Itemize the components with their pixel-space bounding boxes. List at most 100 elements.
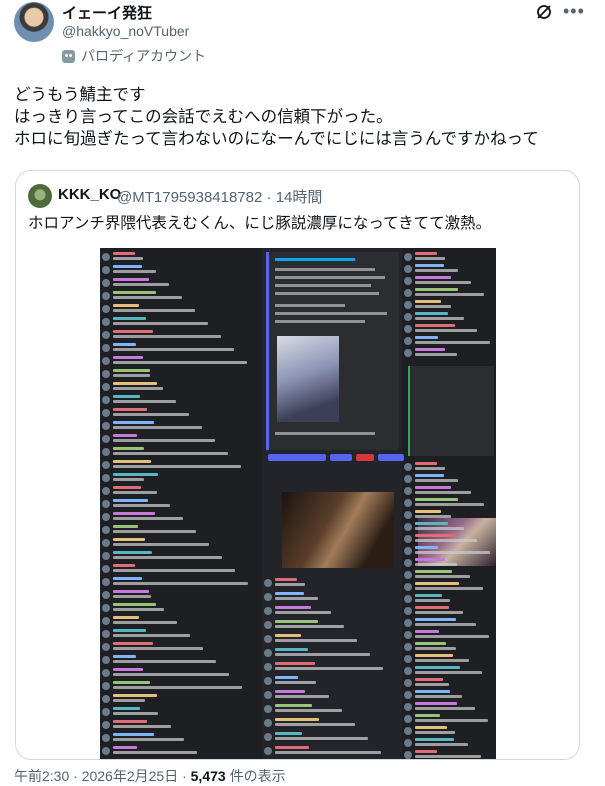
author-avatar[interactable]	[14, 2, 54, 42]
chat-avatar	[404, 643, 412, 651]
attached-screenshot[interactable]	[100, 248, 496, 759]
chat-username	[415, 252, 437, 255]
chat-avatar	[404, 679, 412, 687]
chat-text	[415, 563, 457, 566]
chat-message	[404, 324, 477, 333]
chat-text	[415, 707, 475, 710]
chat-text	[275, 583, 305, 586]
chat-avatar	[404, 655, 412, 663]
chat-username	[415, 486, 451, 489]
chat-message-body	[113, 278, 169, 286]
chat-username	[113, 668, 143, 671]
chat-avatar	[404, 631, 412, 639]
chat-text	[415, 719, 488, 722]
quote-meta: @MT1795938418782 · 14時間	[117, 186, 322, 207]
chat-message-body	[415, 462, 445, 470]
chat-text	[113, 439, 215, 442]
chat-text	[113, 725, 171, 728]
quote-time[interactable]: 14時間	[276, 189, 323, 206]
author-name[interactable]: イェーイ発狂	[62, 2, 152, 23]
chat-message	[404, 486, 471, 495]
chat-text	[275, 639, 357, 642]
chat-message-body	[415, 666, 482, 674]
chat-text	[113, 699, 145, 702]
chat-text	[275, 597, 318, 600]
chat-text	[415, 515, 451, 518]
chat-username	[415, 690, 450, 693]
chat-message	[404, 252, 445, 261]
chat-message-body	[113, 499, 170, 507]
slash-circle-icon[interactable]	[536, 4, 552, 20]
post-time[interactable]: 午前2:30 · 2026年2月25日 ·	[14, 768, 191, 784]
chat-message-body	[415, 618, 476, 626]
chat-avatar	[264, 593, 272, 601]
chat-message-body	[113, 317, 208, 325]
chat-username	[113, 694, 157, 697]
chat-username	[113, 720, 147, 723]
chat-avatar	[404, 667, 412, 675]
chat-message	[102, 330, 221, 339]
chat-message-body	[275, 718, 355, 726]
chat-avatar	[102, 357, 110, 365]
chat-text	[275, 737, 368, 740]
chat-avatar	[404, 571, 412, 579]
chat-text	[415, 731, 455, 734]
chat-message-body	[415, 510, 451, 518]
chat-avatar	[264, 747, 272, 755]
chat-text	[415, 683, 449, 686]
quote-author-name[interactable]: KKK_KO	[58, 186, 121, 203]
view-count: 5,473	[190, 768, 226, 784]
chat-message-body	[415, 702, 475, 710]
chat-avatar	[102, 591, 110, 599]
chat-text	[113, 517, 183, 520]
chat-text	[113, 751, 197, 754]
chat-message	[404, 714, 488, 723]
chat-avatar	[404, 313, 412, 321]
chat-message-body	[415, 312, 464, 320]
chat-message	[404, 276, 471, 285]
quote-avatar[interactable]	[28, 184, 52, 208]
chat-username	[275, 662, 315, 665]
chat-avatar	[102, 409, 110, 417]
more-icon[interactable]: •••	[563, 2, 585, 20]
chat-avatar	[404, 325, 412, 333]
chat-username	[113, 369, 150, 372]
chat-text	[113, 556, 222, 559]
chat-message	[102, 499, 170, 508]
tweet-text: どうもう鯖主です はっきり言ってこの会話でえむへの信頼下がった。 ホロに旬過ぎた…	[14, 84, 594, 150]
chat-message	[404, 558, 457, 567]
chat-username	[113, 278, 149, 281]
chat-username	[113, 291, 156, 294]
chat-username	[113, 252, 135, 255]
chat-text	[415, 281, 471, 284]
author-handle[interactable]: @hakkyo_noVTuber	[62, 23, 189, 39]
chat-message-body	[113, 421, 202, 429]
chat-text	[415, 623, 476, 626]
chat-username	[113, 421, 154, 424]
chat-avatar	[404, 487, 412, 495]
embed-line	[275, 312, 387, 315]
chat-message	[404, 738, 468, 747]
chat-message-body	[275, 662, 383, 670]
chat-text	[113, 569, 235, 572]
chat-text	[113, 348, 234, 351]
chat-message	[102, 733, 184, 742]
quoted-tweet[interactable]: KKK_KO @MT1795938418782 · 14時間 ホロアンチ界隈代表…	[15, 170, 580, 760]
chat-avatar	[102, 721, 110, 729]
embed-card	[408, 366, 496, 566]
chat-message-body	[415, 594, 450, 602]
embed-thumbnail	[277, 336, 339, 422]
chat-message	[102, 603, 164, 612]
chat-message	[102, 681, 242, 690]
chat-text	[415, 269, 458, 272]
chat-username	[113, 733, 154, 736]
chat-username	[113, 265, 142, 268]
chat-message-body	[113, 408, 189, 416]
chat-username	[415, 618, 456, 621]
chat-avatar	[102, 344, 110, 352]
chat-message-body	[113, 343, 234, 351]
chat-text	[113, 452, 228, 455]
chat-message-body	[113, 694, 157, 702]
chat-username	[275, 704, 312, 707]
chat-username	[113, 616, 139, 619]
